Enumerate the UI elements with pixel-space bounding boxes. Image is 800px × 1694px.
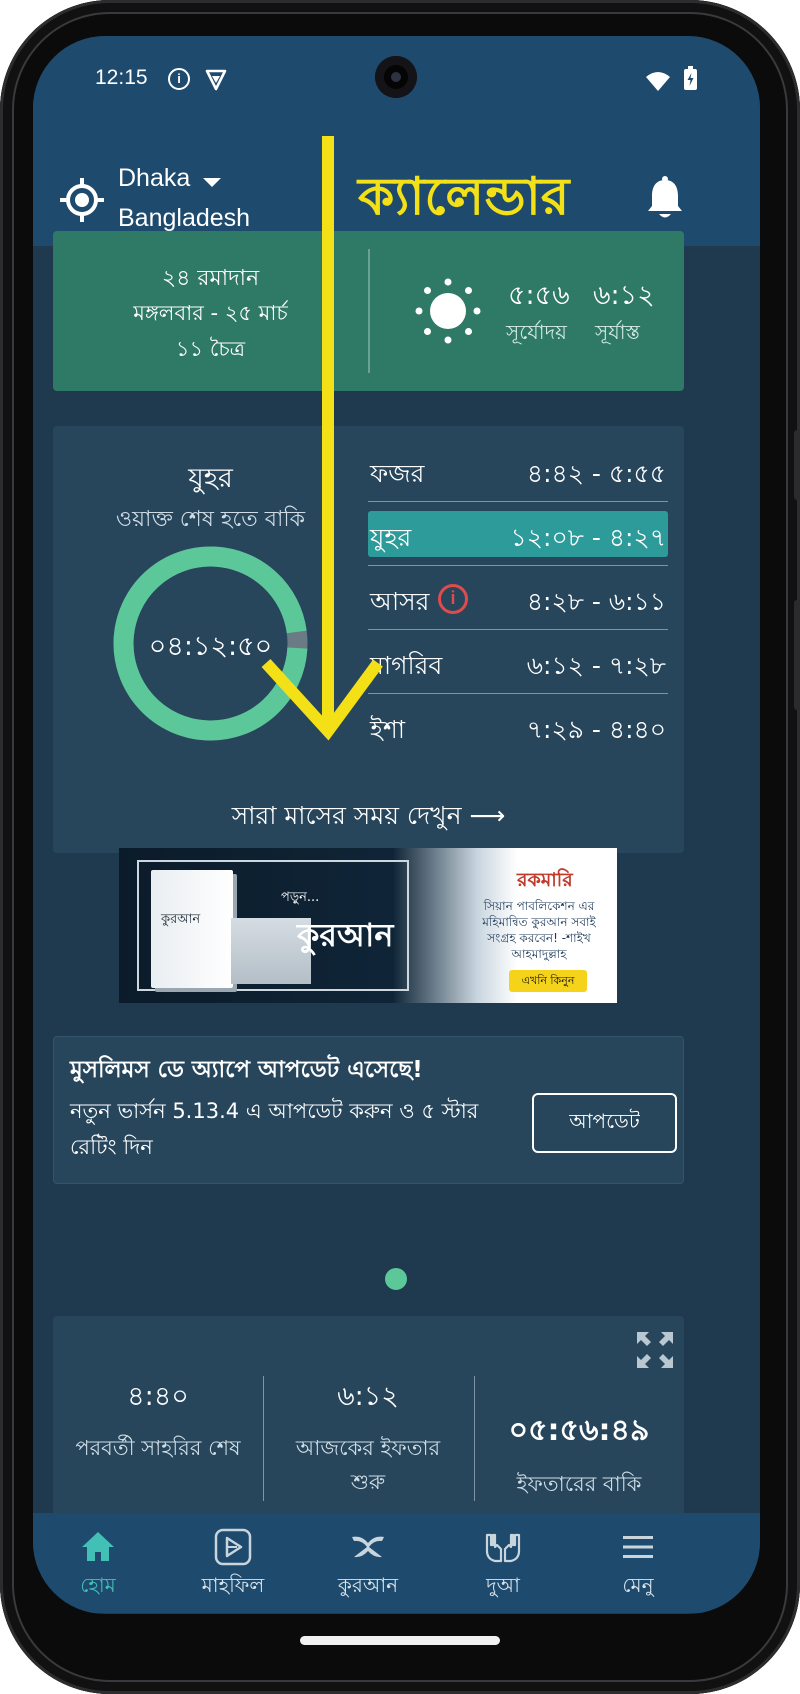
app-header: Dhaka Bangladesh ক্যালেন্ডার	[33, 126, 760, 246]
iftar-remaining-label: ইফতারের বাকি	[516, 1472, 642, 1496]
prayer-row: আসর i ৪:২৮ - ৬:১১	[368, 566, 668, 630]
iftar-time: ৬:১২	[337, 1381, 399, 1412]
prayer-list: ফজর ৪:৪২ - ৫:৫৫ যুহর ১২:০৮ - ৪:২৭ আসর i ৪:২৮ -…	[368, 438, 668, 758]
wifi-icon	[646, 72, 670, 91]
ad-small-text: পড়ুন...	[281, 890, 320, 905]
prayer-name: যুহর	[370, 523, 412, 552]
prayer-row: ইশা ৭:২৯ - ৪:৪০	[368, 694, 668, 758]
sunset-label: সূর্যাস্ত	[595, 320, 640, 344]
nav-menu[interactable]: মেনু	[573, 1527, 703, 1604]
country-label: Bangladesh	[118, 204, 251, 232]
update-title: মুসলিমস ডে অ্যাপে আপডেট এসেছে!	[70, 1057, 423, 1083]
nav-home[interactable]: হোম	[33, 1527, 163, 1604]
nav-quran[interactable]: কুরআন	[303, 1527, 433, 1604]
power-button	[794, 600, 800, 710]
annotation-title: ক্যালেন্ডার	[358, 167, 570, 227]
dua-hands-icon	[485, 1533, 521, 1563]
remaining-label: ওয়াক্ত শেষ হতে বাকি	[115, 507, 306, 532]
ad-title: কুরআন	[297, 916, 394, 954]
screen: 12:15 i Dhaka Bangladesh ক্যালেন্ডার ২৪ …	[33, 36, 760, 1614]
ad-brand-logo: রকমারি	[517, 869, 573, 891]
iftar-countdown: ০৫:৫৬:৪৯	[508, 1413, 650, 1448]
prayer-row: মাগরিব ৬:১২ - ৭:২৮	[368, 630, 668, 694]
carousel-indicator[interactable]	[385, 1268, 407, 1290]
expand-icon[interactable]	[635, 1330, 675, 1370]
vpn-shield-icon	[205, 69, 227, 91]
chevron-down-icon[interactable]	[203, 178, 221, 187]
update-button[interactable]: আপডেট	[532, 1093, 677, 1153]
prayer-name: ফজর	[370, 459, 425, 488]
ad-buy-button[interactable]: এখনি কিনুন	[509, 970, 587, 992]
prayer-time: ৪:২৮ - ৬:১১	[526, 587, 666, 616]
prayer-time: ৭:২৯ - ৪:৪০	[526, 715, 666, 744]
divider	[368, 249, 370, 373]
info-status-icon: i	[168, 68, 190, 90]
hijri-date: ২৪ রমাদান	[161, 266, 260, 291]
current-prayer-name: যুহর	[188, 463, 233, 494]
prayer-name: মাগরিব	[370, 651, 443, 680]
volume-button	[794, 430, 800, 500]
sehri-label: পরবর্তী সাহরির শেষ	[75, 1436, 241, 1460]
status-bar: 12:15 i	[33, 36, 760, 126]
home-icon	[82, 1532, 114, 1561]
battery-charging-icon	[684, 66, 697, 90]
date-card: ২৪ রমাদান মঙ্গলবার - ২৫ মার্চ ১১ চৈত্র ৫…	[53, 231, 684, 391]
sehri-time: ৪:৪০	[127, 1381, 189, 1412]
prayer-time: ১২:০৮ - ৪:২৭	[510, 523, 666, 552]
prayer-row: যুহর ১২:০৮ - ৪:২৭	[368, 502, 668, 566]
bottom-nav: হোম মাহফিল কুরআন দুআ মেনু	[33, 1513, 760, 1613]
sunrise-time: ৫:৫৬	[508, 280, 570, 311]
sehri-column: ৪:৪০ পরবর্তী সাহরির শেষ	[53, 1376, 263, 1465]
play-icon	[214, 1528, 252, 1566]
prayer-name: আসর	[370, 587, 430, 616]
nav-label: কুরআন	[337, 1573, 399, 1597]
nav-dua[interactable]: দুআ	[438, 1527, 568, 1604]
menu-icon	[623, 1536, 653, 1558]
nav-label: দুআ	[486, 1573, 520, 1597]
ad-book-image: কুরআন	[151, 870, 233, 988]
home-indicator[interactable]	[300, 1636, 500, 1645]
bell-icon[interactable]	[645, 174, 685, 222]
city-selector[interactable]: Dhaka	[118, 164, 190, 193]
gregorian-date: মঙ্গলবার - ২৫ মার্চ	[133, 301, 288, 325]
location-target-icon[interactable]	[58, 176, 106, 224]
bangla-date: ১১ চৈত্র	[175, 337, 246, 361]
ramadan-card: ৪:৪০ পরবর্তী সাহরির শেষ ৬:১২ আজকের ইফতার…	[53, 1316, 684, 1516]
update-body: নতুন ভার্সন 5.13.4 এ আপডেট করুন ও ৫ স্টা…	[70, 1099, 479, 1159]
ad-text: সিয়ান পাবলিকেশন এর মহিমান্বিত কুরআন সবা…	[482, 899, 596, 961]
view-month-link[interactable]: সারা মাসের সময় দেখুন ⟶	[53, 796, 684, 839]
ad-banner[interactable]: কুরআন পড়ুন... কুরআন রকমারি সিয়ান পাবলি…	[119, 848, 617, 1003]
iftar-column: ৬:১২ আজকের ইফতার শুরু	[263, 1376, 473, 1499]
iftar-countdown-column: ০৫:৫৬:৪৯ ইফতারের বাকি	[474, 1376, 684, 1501]
iftar-label: আজকের ইফতার শুরু	[295, 1436, 441, 1494]
prayer-time: ৪:৪২ - ৫:৫৫	[526, 459, 666, 488]
quran-icon	[352, 1536, 384, 1558]
nav-label: মেনু	[622, 1573, 654, 1597]
prayer-countdown: ০৪:১২:৫০	[148, 631, 273, 662]
status-time: 12:15	[95, 66, 148, 89]
prayer-times-card: যুহর ওয়াক্ত শেষ হতে বাকি ০৪:১২:৫০ ফজর ৪:…	[53, 426, 684, 853]
sun-icon	[415, 278, 481, 344]
nav-label: হোম	[80, 1573, 116, 1597]
nav-label: মাহফিল	[201, 1573, 265, 1597]
info-icon[interactable]: i	[438, 584, 468, 614]
nav-mahfil[interactable]: মাহফিল	[168, 1527, 298, 1604]
sunset-time: ৬:১২	[593, 280, 655, 311]
sunrise-label: সূর্যোদয়	[506, 320, 567, 344]
prayer-time: ৬:১২ - ৭:২৮	[526, 651, 666, 680]
prayer-row: ফজর ৪:৪২ - ৫:৫৫	[368, 438, 668, 502]
ad-book-title: কুরআন	[161, 912, 201, 927]
front-camera	[375, 56, 417, 98]
update-card: মুসলিমস ডে অ্যাপে আপডেট এসেছে! নতুন ভার্…	[53, 1036, 684, 1184]
prayer-name: ইশা	[370, 715, 406, 744]
